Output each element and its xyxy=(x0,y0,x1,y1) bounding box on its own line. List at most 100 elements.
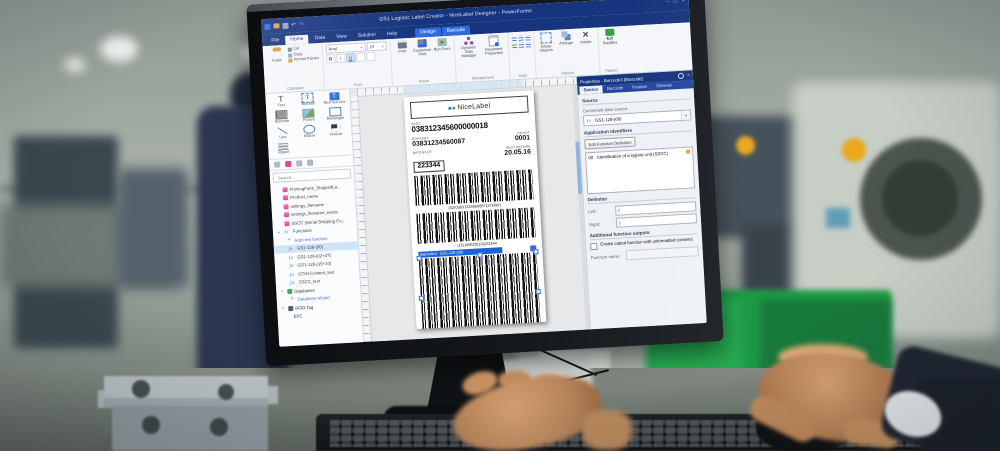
open-icon[interactable] xyxy=(273,23,280,29)
group-objects-button[interactable]: Group Objects xyxy=(537,32,555,53)
print-button[interactable]: Print xyxy=(393,40,411,54)
tool-ellipse[interactable]: Ellipse xyxy=(296,124,323,139)
tool-rectangle[interactable]: Rectangle xyxy=(321,107,348,121)
paste-icon xyxy=(272,47,281,58)
tab-view[interactable]: View xyxy=(331,32,352,42)
tab-design[interactable]: Design xyxy=(414,27,441,38)
batch-value[interactable]: 223344 xyxy=(413,160,445,173)
buy-supplies-button[interactable]: Buy Supplies xyxy=(601,28,619,45)
pin-icon[interactable] xyxy=(678,72,685,80)
right-delimiter-label: Right: xyxy=(588,221,601,228)
minimize-button[interactable]: – xyxy=(666,0,669,4)
align-bottom-icon[interactable] xyxy=(525,42,531,48)
align-right-icon[interactable] xyxy=(525,35,531,41)
application-identifier-list[interactable]: 00 Identification of a logistic unit (SS… xyxy=(584,146,696,195)
variable-icon xyxy=(284,220,290,227)
resize-handle[interactable] xyxy=(535,289,541,295)
run-form-button[interactable]: Run Form xyxy=(433,37,451,52)
toolbox-panel: T Text T Text box T Rich text box Barcode P… xyxy=(265,89,365,347)
variable-icon xyxy=(282,186,288,193)
factory-office-scene: ↶ ↷ GS1 Logistic Label Creator - NiceLab… xyxy=(0,0,1000,451)
tool-barcode[interactable]: Barcode xyxy=(268,110,295,124)
font-color-button[interactable] xyxy=(355,52,366,63)
dynamic-data-icon xyxy=(462,36,474,46)
align-left-icon[interactable] xyxy=(511,36,517,42)
data-source-tree: PrintingForm_ShippedLa... Product_name s… xyxy=(270,180,363,346)
plus-icon: + xyxy=(287,236,291,243)
edit-icon[interactable] xyxy=(686,149,691,154)
edit-function-definition-button[interactable]: Edit Function Definition xyxy=(584,136,636,150)
resize-handle[interactable] xyxy=(533,249,539,255)
undo-icon[interactable]: ↶ xyxy=(291,22,296,28)
italic-button[interactable]: I xyxy=(335,53,346,64)
align-middle-icon[interactable] xyxy=(518,42,524,48)
inverse-tool-icon xyxy=(331,124,341,132)
tab-data[interactable]: Data xyxy=(309,33,330,43)
design-canvas[interactable]: NiceLabel SSCC 038312345600000018 CONTEN… xyxy=(350,76,590,343)
tab-home[interactable]: Home xyxy=(285,34,309,45)
dynamic-data-tab-icon[interactable] xyxy=(285,160,292,168)
best-before-value[interactable]: 20.05.16 xyxy=(504,149,531,158)
tool-line[interactable]: Line xyxy=(269,126,296,140)
blue-panel xyxy=(826,208,850,228)
paste-button[interactable]: Paste xyxy=(268,47,286,63)
underline-button[interactable]: U xyxy=(345,53,356,63)
solution-explorer-tab-icon[interactable] xyxy=(274,161,281,168)
layers-tab-icon[interactable] xyxy=(296,160,303,167)
label-document[interactable]: NiceLabel SSCC 038312345600000018 CONTEN… xyxy=(403,90,547,330)
rfid-icon xyxy=(288,305,294,312)
tool-picture[interactable]: Picture xyxy=(295,108,322,123)
bold-button[interactable]: B xyxy=(325,54,336,64)
barcode-3[interactable] xyxy=(418,252,541,329)
align-text-button[interactable] xyxy=(365,51,376,62)
tool-rich-text-box[interactable]: T Rich text box xyxy=(321,92,348,106)
arrange-button[interactable]: Arrange xyxy=(557,31,575,46)
resize-handle[interactable] xyxy=(418,295,425,301)
delete-button[interactable]: ✕ Delete xyxy=(577,30,595,45)
buy-supplies-icon xyxy=(604,28,615,37)
redo-icon[interactable]: ↷ xyxy=(299,21,304,27)
align-center-icon[interactable] xyxy=(518,35,524,41)
save-icon[interactable] xyxy=(282,22,289,29)
tool-text-box[interactable]: T Text box xyxy=(294,92,321,107)
unformatted-contents-checkbox[interactable] xyxy=(590,242,598,251)
resize-handle[interactable] xyxy=(477,252,483,258)
properties-panel: Properties - Barcode3 [Barcode] × Source… xyxy=(575,70,707,330)
tool-report[interactable]: Report xyxy=(270,142,297,156)
tab-barcode[interactable]: Barcode xyxy=(441,25,471,37)
ribbon-group-action: Print Customize Print Run Form Action xyxy=(390,36,457,87)
document-properties-button[interactable]: Document Properties xyxy=(482,35,505,56)
resize-handle[interactable] xyxy=(416,255,422,262)
format-painter-button[interactable]: Format Painter xyxy=(288,56,319,63)
warning-light xyxy=(736,136,755,155)
tab-help[interactable]: Help xyxy=(382,29,403,39)
ceiling-light xyxy=(64,57,86,73)
tool-text[interactable]: T Text xyxy=(267,94,294,109)
ribbon-group-font: Arial ▾ 10 ▾ B I U Font xyxy=(322,40,393,90)
font-size-select[interactable]: 10 ▾ xyxy=(366,41,387,52)
align-top-icon[interactable] xyxy=(511,43,517,49)
field-label: BATCH/LOT xyxy=(412,150,433,156)
barcode-3-selection[interactable]: Barcode3 - GS1-128-(00) xyxy=(416,245,541,329)
right-delimiter-input[interactable] xyxy=(615,213,698,229)
warning-light xyxy=(842,138,866,162)
tab-file[interactable]: File xyxy=(266,36,285,46)
dynamic-data-manager-button[interactable]: Dynamic Data Manager xyxy=(457,36,480,58)
section-application-identifiers: Application identifiers xyxy=(583,124,692,138)
ribbon-group-partner: Buy Supplies Partner xyxy=(598,27,624,74)
left-hand xyxy=(432,365,632,451)
tab-solution[interactable]: Solution xyxy=(353,31,382,42)
group-objects-icon xyxy=(539,32,552,44)
variable-icon xyxy=(283,203,289,210)
ribbon-group-objects: Group Objects Arrange ✕ Delete Objects xyxy=(533,28,601,78)
group-caption: Align xyxy=(518,73,528,78)
chevron-down-icon: ▾ xyxy=(381,43,384,49)
function-name-input[interactable] xyxy=(625,246,699,261)
close-button[interactable]: × xyxy=(682,0,685,3)
search-input[interactable] xyxy=(275,170,349,182)
close-icon[interactable]: × xyxy=(687,72,690,78)
history-tab-icon[interactable] xyxy=(307,159,314,167)
customize-print-button[interactable]: Customize Print xyxy=(413,39,431,57)
tool-inverse[interactable]: Inverse xyxy=(322,123,349,137)
maximize-button[interactable]: □ xyxy=(674,0,677,4)
